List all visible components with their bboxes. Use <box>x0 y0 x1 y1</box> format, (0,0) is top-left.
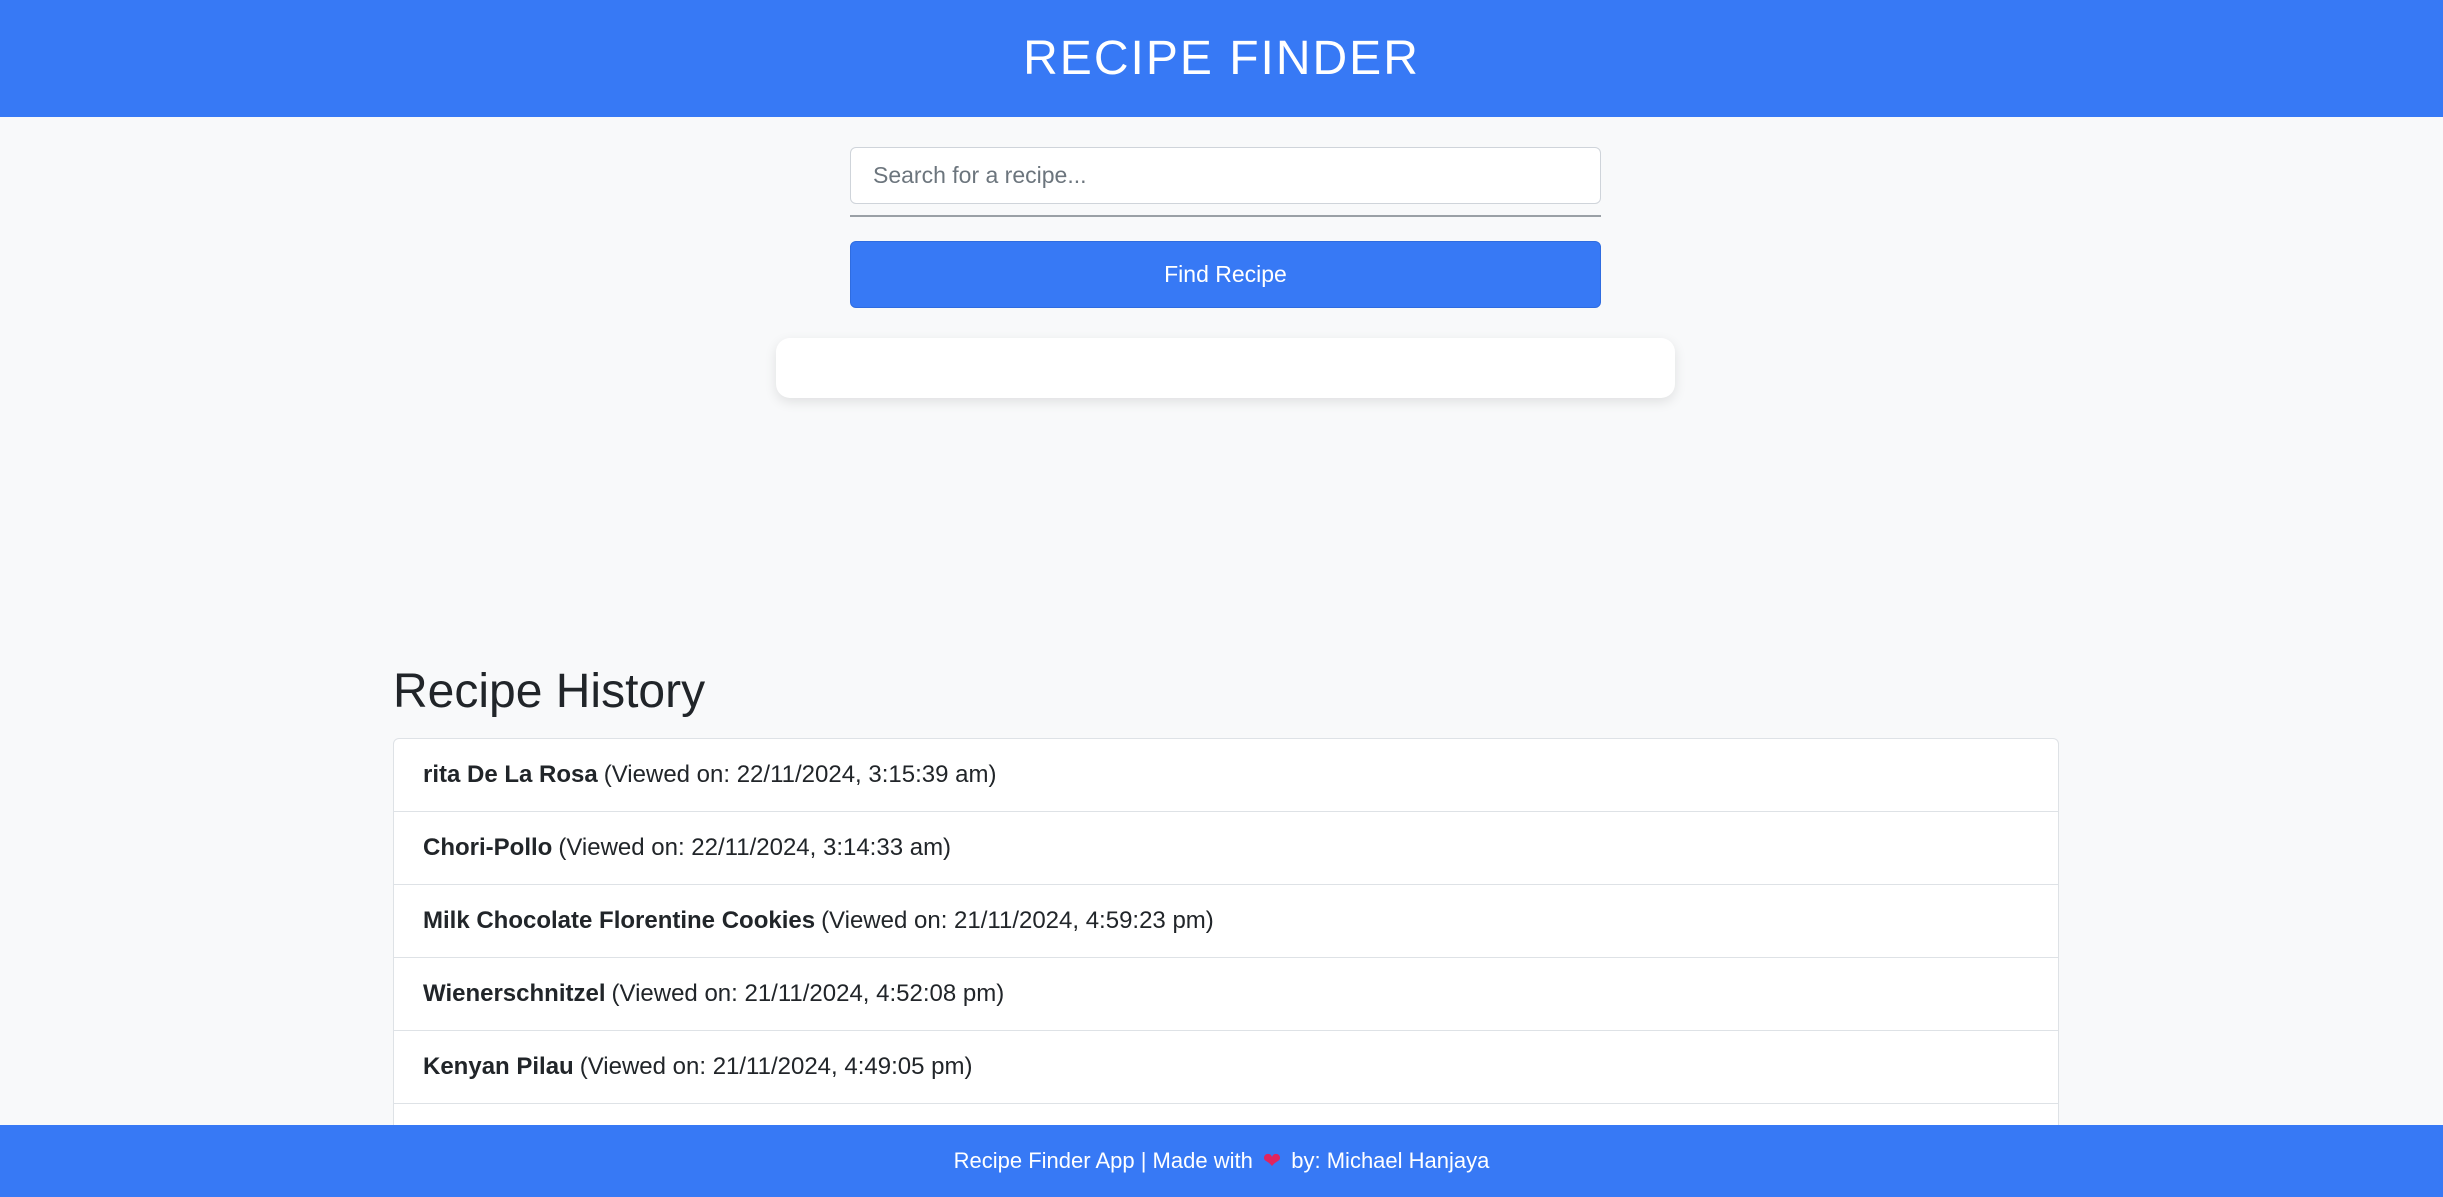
app-header: RECIPE FINDER <box>0 0 2443 117</box>
search-container <box>850 147 1601 204</box>
search-divider <box>850 215 1601 217</box>
recipe-result-card <box>776 338 1675 398</box>
history-item-viewed: (Viewed on: 22/11/2024, 3:15:39 am) <box>603 761 997 788</box>
history-item[interactable]: Wienerschnitzel (Viewed on: 21/11/2024, … <box>394 958 2058 1031</box>
history-item-viewed: (Viewed on: 21/11/2024, 4:49:05 pm) <box>579 1053 973 1080</box>
history-item-viewed: (Viewed on: 21/11/2024, 4:52:08 pm) <box>611 980 1005 1007</box>
search-input[interactable] <box>850 147 1601 204</box>
find-recipe-button[interactable]: Find Recipe <box>850 241 1601 308</box>
history-item[interactable]: Chori-Pollo (Viewed on: 22/11/2024, 3:14… <box>394 812 2058 885</box>
history-item-name: Kenyan Pilau <box>423 1053 574 1080</box>
history-item[interactable]: rita De La Rosa (Viewed on: 22/11/2024, … <box>394 739 2058 812</box>
history-item-name: Wienerschnitzel <box>423 980 606 1007</box>
history-item-viewed: (Viewed on: 22/11/2024, 3:14:33 am) <box>558 834 952 861</box>
app-title: RECIPE FINDER <box>1023 32 1420 85</box>
footer-text: Recipe Finder App | Made with <box>953 1148 1253 1173</box>
app-footer: Recipe Finder App | Made with ❤ by: Mich… <box>0 1125 2443 1197</box>
heart-icon: ❤ <box>1262 1148 1282 1173</box>
recipe-history-title: Recipe History <box>393 665 706 718</box>
history-item[interactable]: Milk Chocolate Florentine Cookies (Viewe… <box>394 885 2058 958</box>
history-item-viewed: (Viewed on: 21/11/2024, 4:59:23 pm) <box>821 907 1214 934</box>
footer-author: by: Michael Hanjaya <box>1291 1148 1490 1173</box>
history-item-name: Milk Chocolate Florentine Cookies <box>423 907 816 934</box>
history-item[interactable]: Kenyan Pilau (Viewed on: 21/11/2024, 4:4… <box>394 1031 2058 1104</box>
recipe-history-list: rita De La Rosa (Viewed on: 22/11/2024, … <box>393 738 2059 1178</box>
history-item-name: rita De La Rosa <box>423 761 598 788</box>
history-item-name: Chori-Pollo <box>423 834 553 861</box>
